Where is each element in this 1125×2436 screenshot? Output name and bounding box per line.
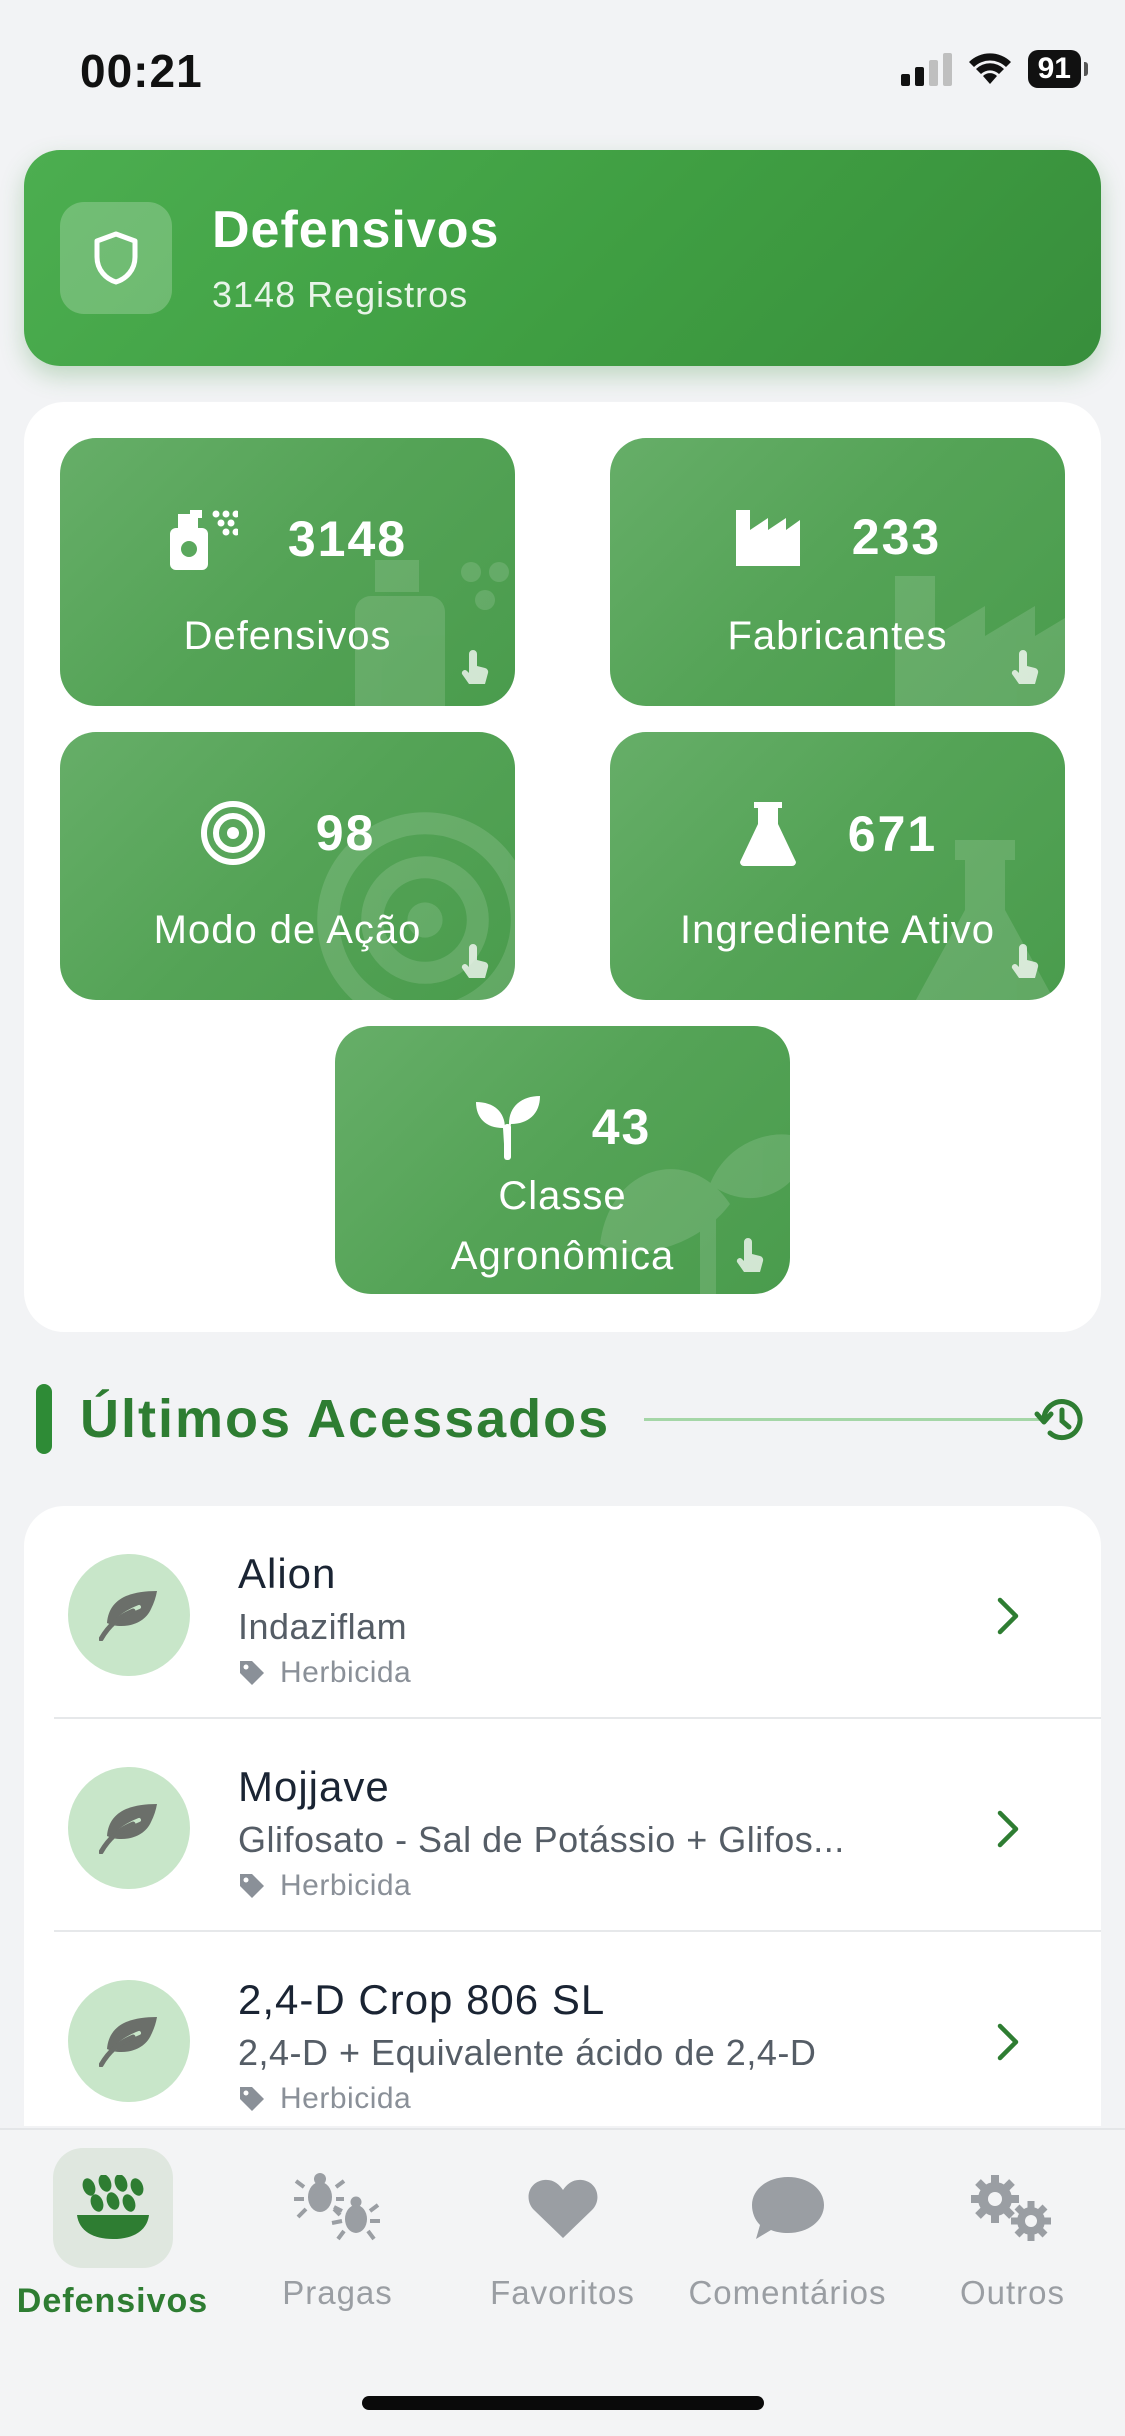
status-bar: 00:21 91 [0,0,1125,140]
stat-label: Modo de Ação [153,908,422,952]
stat-label-line1: Classe [498,1174,627,1218]
list-item[interactable]: Alion Indaziflam Herbicida [24,1506,1101,1719]
sprout-icon [475,1096,540,1160]
leaf-icon [68,1980,190,2102]
tap-hand-icon [461,650,489,684]
item-category: Herbicida [238,1656,411,1690]
item-name: Alion [238,1550,337,1597]
stat-tile-modo-de-acao[interactable]: 98 Modo de Ação [60,732,515,1000]
tab-outros[interactable]: Outros [900,2148,1125,2312]
item-category: Herbicida [238,2082,411,2116]
chevron-right-icon [997,2023,1019,2061]
shield-icon [60,202,172,314]
stat-count: 43 [591,1099,652,1155]
target-icon [200,801,265,865]
status-icons: 91 [900,50,1089,88]
tag-icon [240,1661,264,1685]
tab-label: Defensivos [16,2282,209,2320]
stat-tile-fabricantes[interactable]: 233 Fabricantes [610,438,1065,706]
seeds-bowl-icon [52,2148,173,2268]
tab-label: Favoritos [490,2274,635,2311]
tap-hand-icon [461,944,489,978]
leaf-icon [68,1767,190,1889]
list-item[interactable]: 2,4-D Crop 806 SL 2,4-D + Equivalente ác… [24,1932,1101,2126]
cellular-signal-icon [900,52,952,86]
item-ingredient: Indaziflam [238,1606,408,1647]
tap-hand-icon [736,1238,764,1272]
bugs-icon [293,2173,380,2241]
tap-hand-icon [1011,944,1039,978]
stat-tile-defensivos[interactable]: 3148 Defensivos [60,438,515,706]
tab-label: Outros [959,2274,1066,2311]
header-card: Defensivos 3148 Registros [24,150,1101,366]
tag-icon [240,2087,264,2111]
list-item[interactable]: Mojjave Glifosato - Sal de Potássio + Gl… [24,1719,1101,1932]
stat-tile-classe-agronomica[interactable]: 43 Classe Agronômica [335,1026,790,1294]
factory-icon [735,510,800,566]
stat-label: Fabricantes [727,614,948,658]
item-name: 2,4-D Crop 806 SL [238,1976,606,2023]
stat-count: 671 [847,806,938,862]
stat-label: Classe Agronômica [335,1166,790,1286]
wifi-icon [968,53,1011,84]
item-ingredient: Glifosato - Sal de Potássio + Glifos... [238,1819,845,1860]
recent-list: Alion Indaziflam Herbicida Mojjave Glifo… [24,1506,1101,2126]
recent-section-header: Últimos Acessados [36,1380,1096,1460]
status-time: 00:21 [80,45,203,97]
tag-icon [240,1874,264,1898]
chat-bubble-icon [751,2177,824,2239]
tab-label: Pragas [282,2274,393,2311]
tab-comentarios[interactable]: Comentários [675,2148,900,2312]
stat-label-line2: Agronômica [450,1234,675,1278]
tap-hand-icon [1011,650,1039,684]
spray-bottle-icon [169,510,238,570]
tab-defensivos[interactable]: Defensivos [0,2148,225,2321]
tab-pragas[interactable]: Pragas [225,2148,450,2312]
tab-favoritos[interactable]: Favoritos [450,2148,675,2312]
chevron-right-icon [997,1597,1019,1635]
stat-label: Ingrediente Ativo [680,908,995,952]
item-name: Mojjave [238,1763,390,1810]
gears-icon [970,2175,1051,2241]
chevron-right-icon [997,1810,1019,1848]
stat-count: 3148 [287,511,408,567]
battery-indicator: 91 [1027,50,1089,88]
section-accent-bar [36,1384,52,1454]
history-icon[interactable] [1034,1394,1086,1446]
leaf-icon [68,1554,190,1676]
heart-icon [528,2179,597,2238]
flask-icon [739,802,796,866]
stats-panel: 3148 Defensivos 233 Fabricantes 98 Modo … [24,402,1101,1332]
records-count: 3148 Registros [212,274,469,315]
tab-label: Comentários [688,2274,887,2311]
stat-label: Defensivos [183,614,392,658]
stat-count: 98 [315,805,376,861]
item-ingredient: 2,4-D + Equivalente ácido de 2,4-D [238,2032,817,2073]
item-category: Herbicida [238,1869,411,1903]
stat-count: 233 [851,509,942,565]
bottom-nav: Defensivos Pragas Favoritos Comentários … [0,2128,1125,2436]
section-divider [644,1418,1040,1421]
section-title: Últimos Acessados [80,1389,611,1449]
home-indicator [362,2396,764,2410]
stat-tile-ingrediente-ativo[interactable]: 671 Ingrediente Ativo [610,732,1065,1000]
page-title: Defensivos [212,201,500,259]
